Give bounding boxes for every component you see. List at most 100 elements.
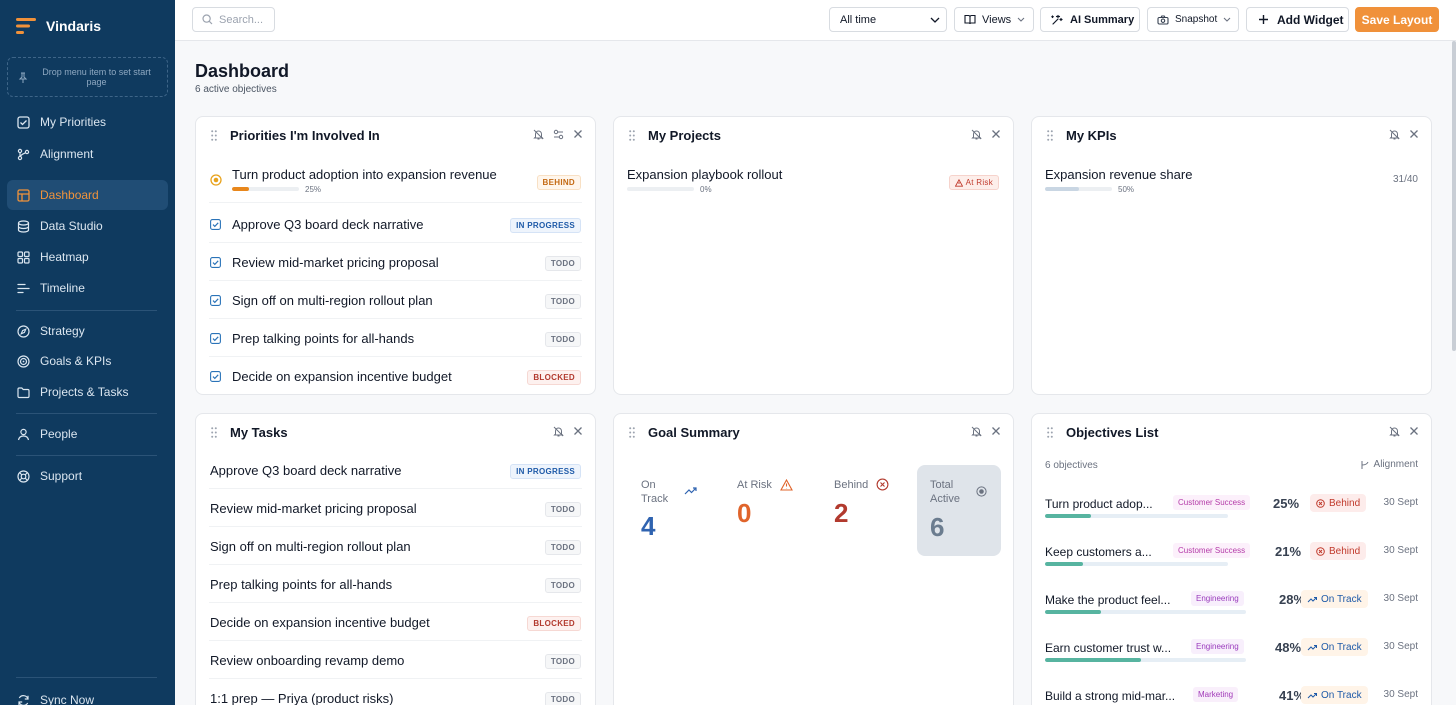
project-row[interactable]: Expansion playbook rollout 0% At Risk [627, 159, 1000, 203]
mute-notifications-icon[interactable] [971, 426, 982, 437]
warning-icon [954, 178, 963, 187]
timeline-icon [17, 282, 30, 295]
sidebar-item-support[interactable]: Support [7, 461, 168, 491]
status-badge: BEHIND [536, 175, 581, 190]
brand[interactable]: Vindaris [16, 17, 101, 35]
widget-header: Objectives List [1032, 414, 1431, 452]
kpi-title: Expansion revenue share [1045, 167, 1193, 182]
warning-icon [780, 479, 793, 491]
project-progress-label: 0% [700, 185, 712, 194]
status-label: At Risk [965, 178, 993, 187]
snapshot-label: Snapshot [1175, 14, 1218, 25]
sidebar-item-strategy[interactable]: Strategy [7, 316, 168, 346]
close-icon[interactable] [573, 426, 583, 437]
drag-handle-icon[interactable] [211, 427, 217, 438]
mute-notifications-icon[interactable] [533, 129, 544, 140]
widget-header: My KPIs [1032, 117, 1431, 155]
priority-row[interactable]: Prep talking points for all-hands TODO [209, 319, 582, 357]
drag-handle-icon[interactable] [629, 130, 635, 141]
mute-notifications-icon[interactable] [971, 129, 982, 140]
task-title: Decide on expansion incentive budget [210, 615, 430, 630]
sidebar-item-label: Alignment [40, 147, 94, 161]
close-icon[interactable] [1409, 426, 1419, 437]
task-row[interactable]: Approve Q3 board deck narrative IN PROGRE… [209, 451, 582, 489]
progress-fill [1045, 514, 1091, 518]
priority-title: Review mid-market pricing proposal [232, 255, 439, 270]
drag-handle-icon[interactable] [211, 130, 217, 141]
priority-row[interactable]: Approve Q3 board deck narrative IN PROGR… [209, 205, 582, 243]
status-badge: TODO [544, 332, 581, 347]
sidebar-item-alignment[interactable]: Alignment [7, 139, 168, 169]
ai-summary-button[interactable]: AI Summary [1040, 7, 1140, 32]
status-label: Behind [1329, 545, 1361, 557]
status-pill: On Track [1301, 638, 1368, 656]
target-icon [976, 486, 987, 497]
task-row[interactable]: Review mid-market pricing proposal TODO [209, 489, 582, 527]
sidebar-item-goals-kpis[interactable]: Goals & KPIs [7, 346, 168, 376]
close-icon[interactable] [991, 426, 1001, 437]
page-scrollbar[interactable] [1452, 41, 1456, 351]
objective-target-icon [210, 174, 222, 186]
task-row[interactable]: Sign off on multi-region rollout plan TOD… [209, 527, 582, 565]
sidebar-item-my-priorities[interactable]: My Priorities [7, 107, 168, 137]
time-filter-select[interactable]: All time [829, 7, 947, 32]
objective-row[interactable]: Keep customers a... Customer Success 21%… [1045, 540, 1418, 588]
stat-label: Track [641, 493, 669, 505]
sidebar-item-sync-now[interactable]: Sync Now [7, 685, 168, 705]
ai-summary-label: AI Summary [1070, 13, 1135, 26]
mute-notifications-icon[interactable] [1389, 129, 1400, 140]
sidebar-item-people[interactable]: People [7, 419, 168, 449]
settings-sliders-icon[interactable] [553, 129, 564, 140]
start-page-dropzone[interactable]: Drop menu item to set start page [7, 57, 168, 97]
alignment-link[interactable]: Alignment [1360, 459, 1418, 470]
add-widget-button[interactable]: Add Widget [1246, 7, 1349, 32]
widget-title: Goal Summary [648, 425, 740, 440]
alignment-link-label: Alignment [1373, 459, 1418, 470]
task-row[interactable]: Prep talking points for all-hands TODO [209, 565, 582, 603]
sync-icon [17, 694, 30, 705]
sidebar-item-heatmap[interactable]: Heatmap [7, 242, 168, 272]
sidebar-item-dashboard[interactable]: Dashboard [7, 180, 168, 210]
sidebar-item-data-studio[interactable]: Data Studio [7, 211, 168, 241]
objective-row[interactable]: Build a strong mid-mar... Marketing 41% … [1045, 684, 1418, 705]
drag-handle-icon[interactable] [629, 427, 635, 438]
priority-row-objective[interactable]: Turn product adoption into expansion rev… [209, 159, 582, 203]
x-circle-icon [1316, 546, 1325, 556]
task-row[interactable]: 1:1 prep — Priya (product risks) TODO [209, 679, 582, 705]
kpi-row[interactable]: Expansion revenue share 50% 31/40 [1045, 159, 1418, 203]
objective-row[interactable]: Turn product adop... Customer Success 25… [1045, 492, 1418, 540]
status-badge: BLOCKED [527, 616, 581, 631]
stat-label: On [641, 479, 656, 491]
close-icon[interactable] [573, 129, 583, 140]
trending-up-icon [1307, 596, 1317, 603]
close-icon[interactable] [1409, 129, 1419, 140]
status-badge: TODO [544, 256, 581, 271]
sidebar-item-label: Heatmap [40, 250, 89, 264]
priority-row[interactable]: Decide on expansion incentive budget BLO… [209, 357, 582, 394]
search-input[interactable]: Search... [192, 7, 275, 32]
sidebar-item-projects-tasks[interactable]: Projects & Tasks [7, 377, 168, 407]
sidebar-item-timeline[interactable]: Timeline [7, 273, 168, 303]
views-button[interactable]: Views [954, 7, 1034, 32]
close-icon[interactable] [991, 129, 1001, 140]
search-icon [202, 14, 213, 25]
drag-handle-icon[interactable] [1047, 130, 1053, 141]
objective-row[interactable]: Make the product feel... Engineering 28%… [1045, 588, 1418, 636]
stat-total-active[interactable]: Total Active 6 [917, 465, 1001, 556]
objective-row[interactable]: Earn customer trust w... Engineering 48%… [1045, 636, 1418, 684]
task-row[interactable]: Decide on expansion incentive budget BLOC… [209, 603, 582, 641]
task-row[interactable]: Review onboarding revamp demo TODO [209, 641, 582, 679]
mute-notifications-icon[interactable] [553, 426, 564, 437]
snapshot-button[interactable]: Snapshot [1147, 7, 1239, 32]
sidebar-item-label: Sync Now [40, 693, 95, 705]
save-layout-button[interactable]: Save Layout [1355, 7, 1439, 32]
sidebar-item-label: Data Studio [40, 219, 103, 233]
add-widget-label: Add Widget [1277, 12, 1344, 27]
priority-row[interactable]: Sign off on multi-region rollout plan TO… [209, 281, 582, 319]
drag-handle-icon[interactable] [1047, 427, 1053, 438]
mute-notifications-icon[interactable] [1389, 426, 1400, 437]
task-check-icon [210, 333, 221, 344]
status-label: On Track [1321, 689, 1362, 701]
priority-row[interactable]: Review mid-market pricing proposal TODO [209, 243, 582, 281]
priority-title: Approve Q3 board deck narrative [232, 217, 424, 232]
